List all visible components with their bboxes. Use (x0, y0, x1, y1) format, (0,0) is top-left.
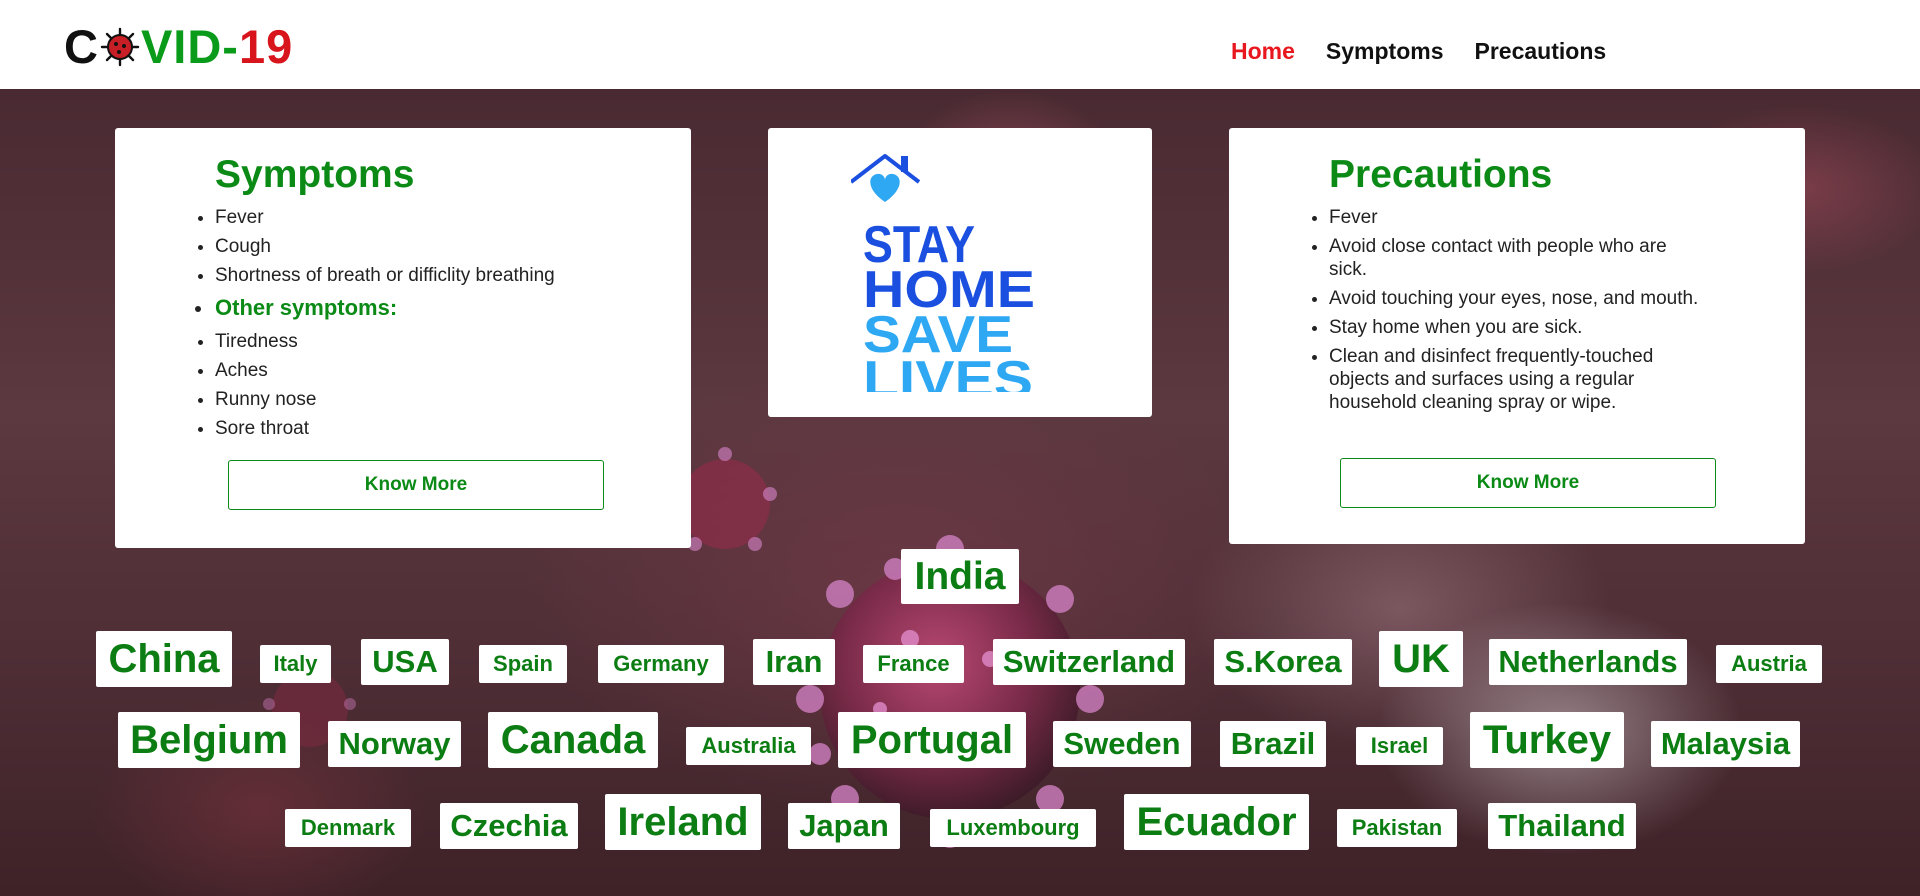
covid-logo[interactable]: C VID- 19 (64, 20, 293, 74)
country-tag-thailand[interactable]: Thailand (1488, 803, 1636, 849)
precautions-title: Precautions (1329, 153, 1553, 196)
country-tag-italy[interactable]: Italy (260, 645, 331, 683)
country-tag-ecuador[interactable]: Ecuador (1124, 794, 1309, 850)
stay-home-save-lives-graphic: STAY HOME SAVE LIVES (851, 154, 1035, 392)
country-tag-sweden[interactable]: Sweden (1053, 721, 1191, 767)
country-tag-israel[interactable]: Israel (1356, 727, 1443, 765)
country-tag-spain[interactable]: Spain (479, 645, 567, 683)
precaution-item: Fever (1329, 206, 1709, 229)
country-tag-belgium[interactable]: Belgium (118, 712, 300, 768)
symptoms-card: Symptoms Fever Cough Shortness of breath… (115, 128, 691, 548)
country-tag-germany[interactable]: Germany (598, 645, 724, 683)
symptom-item: Cough (215, 235, 655, 258)
symptom-item: Aches (215, 359, 655, 382)
symptoms-list: Fever Cough Shortness of breath or diffi… (215, 206, 655, 293)
other-symptoms-list: Tiredness Aches Runny nose Sore throat (215, 330, 655, 446)
country-tag-pakistan[interactable]: Pakistan (1337, 809, 1457, 847)
symptom-item: Fever (215, 206, 655, 229)
house-heart-icon (851, 154, 921, 202)
country-tag-usa[interactable]: USA (361, 639, 449, 685)
country-tag-norway[interactable]: Norway (328, 721, 461, 767)
symptoms-title: Symptoms (215, 153, 415, 196)
country-tag-iran[interactable]: Iran (753, 639, 835, 685)
precautions-card: Precautions Fever Avoid close contact wi… (1229, 128, 1805, 544)
country-tag-austria[interactable]: Austria (1716, 645, 1822, 683)
virus-icon (100, 27, 140, 67)
country-tag-portugal[interactable]: Portugal (838, 712, 1026, 768)
precaution-item: Stay home when you are sick. (1329, 316, 1709, 339)
symptom-item: Sore throat (215, 417, 655, 440)
precaution-item: Avoid touching your eyes, nose, and mout… (1329, 287, 1709, 310)
country-tag-czechia[interactable]: Czechia (440, 803, 578, 849)
logo-text-vid: VID- (140, 20, 239, 73)
country-tag-switzerland[interactable]: Switzerland (993, 639, 1185, 685)
precaution-item: Clean and disinfect frequently-touched o… (1329, 345, 1709, 414)
logo-text-19: 19 (238, 20, 294, 73)
precautions-list: Fever Avoid close contact with people wh… (1329, 206, 1709, 420)
country-tag-turkey[interactable]: Turkey (1470, 712, 1624, 768)
country-tag-netherlands[interactable]: Netherlands (1489, 639, 1687, 685)
country-tag-canada[interactable]: Canada (488, 712, 658, 768)
nav-symptoms-link[interactable]: Symptoms (1326, 36, 1444, 66)
main-nav: Home Symptoms Precautions (1231, 36, 1637, 66)
stay-home-card: STAY HOME SAVE LIVES (768, 128, 1152, 417)
country-tag-luxembourg[interactable]: Luxembourg (930, 809, 1096, 847)
country-tag-china[interactable]: China (96, 631, 232, 687)
other-symptoms-heading: Other symptoms: (194, 295, 398, 320)
country-tag-india[interactable]: India (901, 549, 1019, 604)
site-header: C VID- 19 Home Symptoms Precautions (0, 0, 1920, 89)
country-tag-brazil[interactable]: Brazil (1220, 721, 1326, 767)
country-tag-australia[interactable]: Australia (686, 727, 811, 765)
country-tag-denmark[interactable]: Denmark (285, 809, 411, 847)
country-tag-france[interactable]: France (863, 645, 964, 683)
stay-home-line4: LIVES (863, 351, 1033, 392)
logo-letter-c: C (64, 20, 99, 73)
precaution-item: Avoid close contact with people who are … (1329, 235, 1709, 281)
nav-home-link[interactable]: Home (1231, 36, 1295, 66)
country-tag-malaysia[interactable]: Malaysia (1651, 721, 1800, 767)
country-tag-japan[interactable]: Japan (788, 803, 900, 849)
nav-precautions-link[interactable]: Precautions (1475, 36, 1607, 66)
symptom-item: Tiredness (215, 330, 655, 353)
country-tag-s-korea[interactable]: S.Korea (1214, 639, 1352, 685)
symptom-item: Runny nose (215, 388, 655, 411)
symptom-item: Shortness of breath or difficlity breath… (215, 264, 655, 287)
country-tag-ireland[interactable]: Ireland (605, 794, 761, 850)
precautions-know-more-button[interactable]: Know More (1340, 458, 1716, 508)
symptoms-know-more-button[interactable]: Know More (228, 460, 604, 510)
country-tag-uk[interactable]: UK (1379, 631, 1463, 687)
